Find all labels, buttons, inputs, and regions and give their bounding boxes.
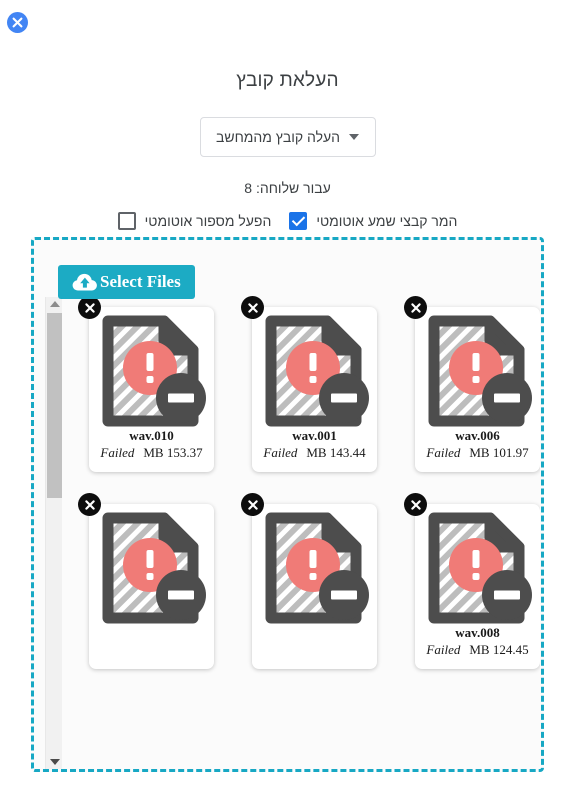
file-error-icon (424, 315, 532, 427)
cloud-upload-icon (72, 272, 98, 292)
option-auto-numbering-label: הפעל מספור אוטומטי (144, 213, 272, 229)
file-meta: wav.008 Failed MB 124.45 (415, 625, 540, 658)
file-size: MB 101.97 (469, 445, 529, 460)
chevron-down-icon (349, 134, 360, 140)
file-meta (89, 625, 214, 642)
remove-file-button[interactable] (78, 493, 101, 516)
file-status-row: Failed MB 101.97 (415, 444, 540, 461)
remove-file-button[interactable] (241, 296, 264, 319)
file-card[interactable]: wav.010 Failed MB 153.37 (78, 296, 214, 472)
file-list-scrollbar[interactable] (45, 297, 62, 769)
file-status-row: Failed MB 143.44 (252, 444, 377, 461)
remove-file-button[interactable] (78, 296, 101, 319)
file-status: Failed (426, 642, 461, 657)
file-status-row (252, 625, 377, 642)
triangle-up-icon (49, 301, 60, 307)
select-files-label: Select Files (100, 272, 181, 291)
file-dropzone[interactable]: Select Files wav.006 Failed MB 101.97 wa… (31, 237, 544, 772)
scrollbar-down-button[interactable] (46, 755, 63, 769)
option-auto-numbering[interactable]: הפעל מספור אוטומטי (117, 212, 272, 230)
file-name: wav.006 (455, 428, 500, 443)
page-title: העלאת קובץ (236, 70, 339, 91)
file-status-row: Failed MB 124.45 (415, 641, 540, 658)
file-status-row: Failed MB 153.37 (89, 444, 214, 461)
file-size: MB 124.45 (469, 642, 529, 657)
remove-file-button[interactable] (241, 493, 264, 516)
option-auto-numbering-checkbox[interactable] (117, 212, 136, 230)
upload-dialog: העלאת קובץ העלה קובץ מהמחשב עבור שלוחה: … (0, 0, 575, 808)
option-convert-audio-checkbox[interactable] (289, 212, 308, 230)
file-error-icon (424, 512, 532, 624)
close-dialog-button[interactable] (7, 12, 28, 33)
remove-file-button[interactable] (404, 493, 427, 516)
triangle-down-icon (49, 759, 60, 765)
file-card[interactable] (241, 493, 377, 669)
file-error-icon (261, 315, 369, 427)
option-convert-audio[interactable]: המר קבצי שמע אוטומטי (289, 212, 457, 230)
file-size: MB 153.37 (143, 445, 203, 460)
file-name: wav.008 (455, 625, 500, 640)
scrollbar-thumb[interactable] (47, 313, 62, 498)
file-card[interactable]: wav.001 Failed MB 143.44 (241, 296, 377, 472)
scrollbar-up-button[interactable] (46, 297, 63, 311)
option-convert-audio-label: המר קבצי שמע אוטומטי (316, 213, 458, 229)
file-card[interactable]: wav.006 Failed MB 101.97 (404, 296, 540, 472)
file-status-row (89, 625, 214, 642)
file-card[interactable] (78, 493, 214, 669)
file-list: wav.006 Failed MB 101.97 wav.001 Failed … (70, 295, 540, 769)
file-error-icon (98, 315, 206, 427)
file-error-icon (98, 512, 206, 624)
options-row: המר קבצי שמע אוטומטי הפעל מספור אוטומטי (0, 212, 575, 230)
upload-source-label: העלה קובץ מהמחשב (215, 129, 341, 145)
select-files-button[interactable]: Select Files (58, 265, 195, 299)
upload-source-dropdown[interactable]: העלה קובץ מהמחשב (199, 117, 376, 157)
file-name: wav.010 (129, 428, 174, 443)
file-meta: wav.010 Failed MB 153.37 (89, 428, 214, 461)
file-name: wav.001 (292, 428, 337, 443)
file-card[interactable]: wav.008 Failed MB 124.45 (404, 493, 540, 669)
close-icon (12, 17, 23, 28)
file-error-icon (261, 512, 369, 624)
file-size: MB 143.44 (306, 445, 366, 460)
file-meta: wav.006 Failed MB 101.97 (415, 428, 540, 461)
remove-file-button[interactable] (404, 296, 427, 319)
file-status: Failed (100, 445, 135, 460)
file-status: Failed (426, 445, 461, 460)
file-status: Failed (263, 445, 298, 460)
file-meta: wav.001 Failed MB 143.44 (252, 428, 377, 461)
file-meta (252, 625, 377, 642)
extension-label: עבור שלוחה: 8 (244, 180, 331, 196)
